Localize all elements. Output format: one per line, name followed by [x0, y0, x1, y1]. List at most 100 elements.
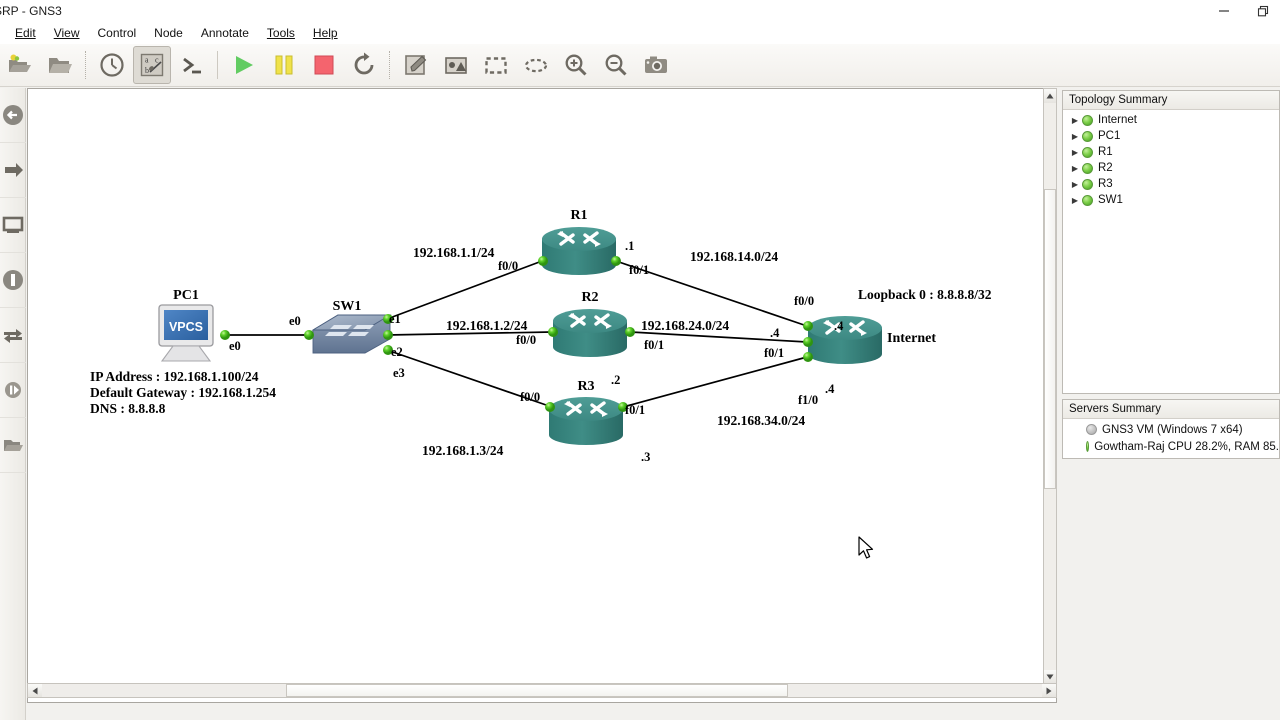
- screenshot-icon[interactable]: [637, 46, 675, 84]
- server-item-local[interactable]: Gowtham-Raj CPU 28.2%, RAM 85.: [1063, 438, 1279, 455]
- port-label-sw1-e2: e2: [391, 345, 403, 359]
- annotation-net-192-168-1-3: 192.168.1.3/24: [422, 443, 504, 458]
- annotation-net-192-168-1-2: 192.168.1.2/24: [446, 318, 528, 333]
- menu-view[interactable]: View: [45, 24, 89, 42]
- expand-arrow-icon[interactable]: ▶: [1069, 196, 1081, 205]
- add-note-icon[interactable]: [397, 46, 435, 84]
- expand-arrow-icon[interactable]: ▶: [1069, 180, 1081, 189]
- menu-edit[interactable]: Edit: [6, 24, 45, 42]
- expand-arrow-icon[interactable]: ▶: [1069, 132, 1081, 141]
- servers-summary-title: Servers Summary: [1063, 400, 1279, 419]
- title-bar: SRP - GNS3: [0, 0, 1280, 22]
- expand-arrow-icon[interactable]: ▶: [1069, 148, 1081, 157]
- menu-control-label: Control: [97, 26, 137, 40]
- node-sw1[interactable]: [311, 314, 392, 354]
- canvas-vertical-scrollbar[interactable]: [1043, 88, 1057, 685]
- node-label-r1: R1: [570, 208, 587, 223]
- svg-text:a: a: [145, 56, 149, 65]
- port-label-r2-f00: f0/0: [516, 333, 536, 347]
- new-project-icon[interactable]: [1, 46, 39, 84]
- link-sw1-r1[interactable]: [386, 260, 543, 320]
- restore-button[interactable]: [1246, 0, 1280, 22]
- canvas-horizontal-scrollbar[interactable]: [27, 683, 1057, 698]
- menu-tools[interactable]: Tools: [258, 24, 304, 42]
- servers-summary-list: GNS3 VM (Windows 7 x64) Gowtham-Raj CPU …: [1063, 419, 1279, 455]
- annotation-net-192-168-34-0: 192.168.34.0/24: [717, 413, 805, 428]
- vertical-scroll-thumb[interactable]: [1044, 189, 1056, 489]
- port-label-r1-f00: f0/0: [498, 259, 518, 273]
- scroll-left-button[interactable]: [28, 684, 42, 697]
- all-devices-icon[interactable]: [0, 308, 26, 363]
- scroll-down-button[interactable]: [1044, 670, 1056, 684]
- zoom-in-icon[interactable]: [557, 46, 595, 84]
- node-internet[interactable]: [808, 316, 882, 364]
- led-internet-f00: [803, 321, 813, 331]
- security-devices-icon[interactable]: [0, 253, 26, 308]
- port-label-r2-f01: f0/1: [644, 338, 664, 352]
- tree-item-sw1[interactable]: ▶ SW1: [1063, 192, 1279, 208]
- status-led: [1086, 424, 1097, 435]
- topology-canvas[interactable]: VPCS PC1 SW1 R1 R2 R3 Internet IP Addres…: [27, 88, 1057, 703]
- link-r3-internet[interactable]: [622, 356, 808, 408]
- main-toolbar: a c b: [0, 44, 1280, 87]
- node-label-pc1: PC1: [173, 288, 199, 303]
- led-internet-f01: [803, 337, 813, 347]
- zoom-out-icon[interactable]: [597, 46, 635, 84]
- browse-icon[interactable]: [0, 418, 26, 473]
- node-label-r2: R2: [581, 290, 598, 305]
- tree-item-label: SW1: [1098, 194, 1123, 206]
- led-r3-f00: [545, 402, 555, 412]
- annotation-net-192-168-14-0: 192.168.14.0/24: [690, 249, 778, 264]
- server-item-gns3-vm[interactable]: GNS3 VM (Windows 7 x64): [1063, 421, 1279, 438]
- node-pc1[interactable]: VPCS: [158, 304, 214, 362]
- snapshot-clock-icon[interactable]: [93, 46, 131, 84]
- led-r1-f00: [538, 256, 548, 266]
- draw-rectangle-icon[interactable]: [477, 46, 515, 84]
- tree-item-pc1[interactable]: ▶ PC1: [1063, 128, 1279, 144]
- menu-help-label: Help: [312, 26, 338, 40]
- annotation-net-192-168-24-0: 192.168.24.0/24: [641, 318, 729, 333]
- servers-summary-panel: Servers Summary GNS3 VM (Windows 7 x64) …: [1062, 399, 1280, 459]
- stop-icon[interactable]: [305, 46, 343, 84]
- horizontal-scroll-thumb[interactable]: [286, 684, 788, 697]
- port-label-sw1-e1: e1: [389, 312, 401, 326]
- menu-node[interactable]: Node: [145, 24, 192, 42]
- draw-ellipse-icon[interactable]: [517, 46, 555, 84]
- open-project-icon[interactable]: [41, 46, 79, 84]
- pause-icon[interactable]: [265, 46, 303, 84]
- node-r3[interactable]: [549, 397, 623, 445]
- tree-item-r1[interactable]: ▶ R1: [1063, 144, 1279, 160]
- led-r2-f01: [625, 327, 635, 337]
- scroll-right-button[interactable]: [1042, 684, 1056, 697]
- end-devices-icon[interactable]: [0, 198, 26, 253]
- node-r1[interactable]: [542, 227, 616, 275]
- octet-label-r2-right: .4: [770, 326, 780, 340]
- minimize-button[interactable]: [1201, 0, 1246, 22]
- tree-item-r2[interactable]: ▶ R2: [1063, 160, 1279, 176]
- port-label-sw1-e0: e0: [289, 314, 301, 328]
- show-hide-interface-labels-icon[interactable]: a c b: [133, 46, 171, 84]
- topology-drawing: VPCS PC1 SW1 R1 R2 R3 Internet IP Addres…: [90, 208, 992, 464]
- reload-icon[interactable]: [345, 46, 383, 84]
- status-led: [1082, 114, 1093, 126]
- menu-help[interactable]: Help: [304, 24, 347, 42]
- routers-icon[interactable]: [0, 88, 26, 143]
- tree-item-internet[interactable]: ▶ Internet: [1063, 112, 1279, 128]
- menu-annotate-label: Annotate: [200, 26, 249, 40]
- start-icon[interactable]: [225, 46, 263, 84]
- menu-control[interactable]: Control: [88, 24, 145, 42]
- menu-annotate[interactable]: Annotate: [192, 24, 258, 42]
- tree-item-r3[interactable]: ▶ R3: [1063, 176, 1279, 192]
- console-icon[interactable]: [173, 46, 211, 84]
- tree-item-label: R2: [1098, 162, 1113, 174]
- expand-arrow-icon[interactable]: ▶: [1069, 164, 1081, 173]
- switches-icon[interactable]: [0, 143, 26, 198]
- insert-image-icon[interactable]: [437, 46, 475, 84]
- annotation-loopback: Loopback 0 : 8.8.8.8/32: [858, 287, 992, 302]
- node-r2[interactable]: [553, 309, 627, 357]
- add-link-icon[interactable]: [0, 363, 26, 418]
- expand-arrow-icon[interactable]: ▶: [1069, 116, 1081, 125]
- port-label-sw1-e3: e3: [393, 366, 405, 380]
- status-led: [1082, 178, 1093, 190]
- scroll-up-button[interactable]: [1044, 89, 1056, 103]
